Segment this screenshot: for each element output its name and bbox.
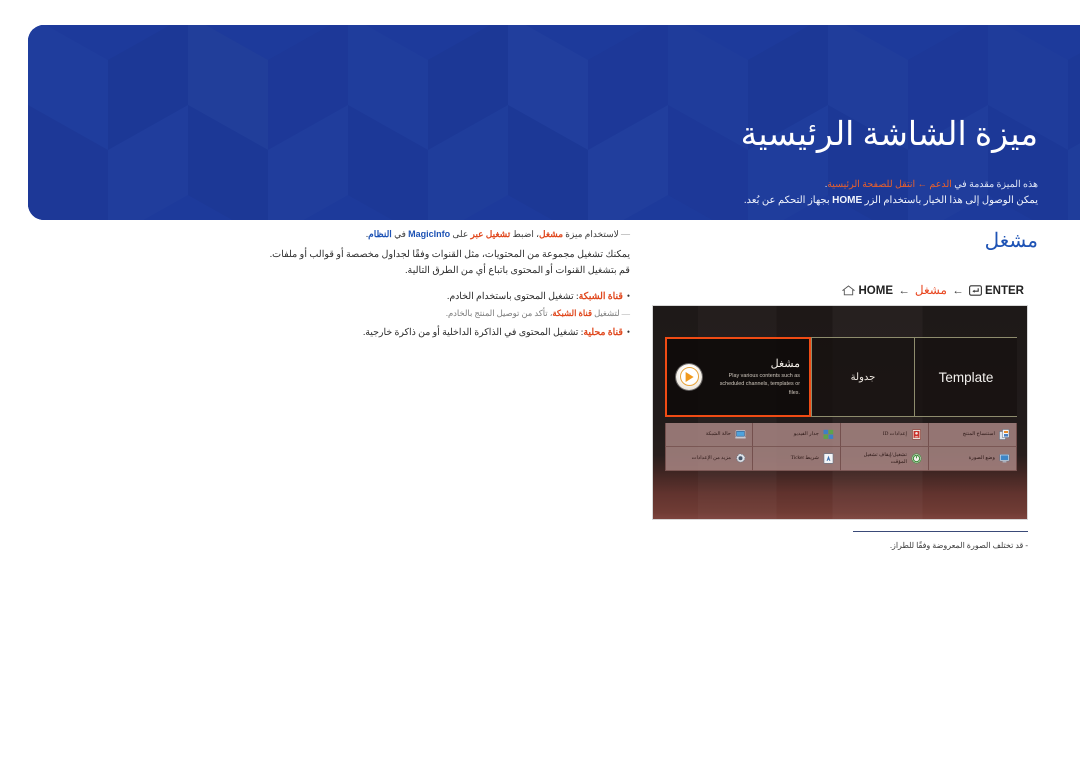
home-icon bbox=[841, 285, 856, 299]
bullet-marker: • bbox=[626, 326, 630, 337]
page-title: ميزة الشاشة الرئيسية bbox=[740, 117, 1038, 153]
subnote-part-b: ، تأكد من توصيل المنتج بالخادم. bbox=[445, 309, 553, 319]
home-menu-on-off-timer-label: تشغيل/إيقاف تشغيل المؤقت bbox=[863, 452, 907, 465]
banner-link-support[interactable]: الدعم bbox=[929, 180, 952, 190]
home-main-tiles: مشغل Play various contents such as sched… bbox=[665, 337, 1017, 417]
section-column: مشغل HOME ← مشغل ← ENTER bbox=[652, 228, 1040, 315]
subnote-part-a: لتشغيل bbox=[591, 309, 620, 319]
note-dash: — bbox=[621, 229, 630, 239]
body-paragraph-2: قم بتشغيل القنوات أو المحتوى باتباع أي م… bbox=[405, 264, 630, 276]
nav-arrow-1: ← bbox=[898, 285, 910, 297]
network-channel-subnote: — لتشغيل قناة الشبكة، تأكد من توصيل المن… bbox=[30, 308, 630, 320]
banner-sub1-prefix: هذه الميزة مقدمة في bbox=[951, 180, 1038, 190]
list-item: •قناة محلية: تشغيل المحتوى في الذاكرة ال… bbox=[30, 325, 630, 341]
play-circle-icon bbox=[676, 363, 702, 390]
home-menu-video-wall-label: جدار الفيديو bbox=[793, 431, 819, 438]
network-status-icon bbox=[735, 429, 746, 440]
home-menu-picture-mode[interactable]: وضع الصورة bbox=[929, 447, 1017, 471]
menu-navigation-path: HOME ← مشغل ← ENTER bbox=[652, 283, 1040, 299]
note-part-c: ، اضبط bbox=[510, 229, 540, 239]
bullet-text: تشغيل المحتوى في الذاكرة الداخلية أو من … bbox=[362, 327, 579, 338]
home-tile-player-label: مشغل bbox=[770, 358, 800, 371]
home-tile-player[interactable]: مشغل Play various contents such as sched… bbox=[665, 337, 811, 417]
banner-sub2-after: بجهاز التحكم عن بُعد. bbox=[744, 195, 833, 206]
note-term-system: النظام bbox=[368, 229, 392, 239]
subnote-term: قناة الشبكة bbox=[552, 309, 592, 319]
figure-footnote: - قد تختلف الصورة المعروضة وفقًا للطراز. bbox=[853, 531, 1028, 550]
home-menu-clone-product-label: استنساخ المنتج bbox=[962, 431, 995, 438]
banner-subtitle-support: هذه الميزة مقدمة في الدعم ← انتقل للصفحة… bbox=[825, 179, 1038, 190]
banner-subtitle-home-key: يمكن الوصول إلى هذا الخيار باستخدام الزر… bbox=[744, 195, 1038, 206]
home-menu-network-status-label: حالة الشبكة bbox=[705, 431, 731, 438]
home-tile-schedule-label: جدولة bbox=[850, 371, 876, 383]
video-wall-icon bbox=[823, 429, 834, 440]
nav-arrow-2: ← bbox=[952, 285, 964, 297]
on-off-timer-icon bbox=[911, 453, 922, 464]
banner-link-home-page[interactable]: انتقل للصفحة الرئيسية bbox=[827, 180, 915, 190]
nav-home-label[interactable]: HOME bbox=[858, 285, 893, 297]
home-menu-id-settings[interactable]: إعدادات ID bbox=[841, 423, 929, 447]
home-menu-ticker[interactable]: شريط Ticker bbox=[753, 447, 841, 471]
home-menu-network-status[interactable]: حالة الشبكة bbox=[665, 423, 753, 447]
body-paragraph-1: يمكنك تشغيل مجموعة من المحتويات، مثل الق… bbox=[269, 249, 630, 261]
body-text-column: — لاستخدام ميزة مشغل، اضبط تشغيل عبر على… bbox=[30, 228, 630, 344]
footnote-divider bbox=[853, 531, 1028, 532]
home-menu-more-settings[interactable]: مزيد من الإعدادات bbox=[665, 447, 753, 471]
home-tile-template[interactable]: Template bbox=[914, 337, 1017, 417]
home-menu-on-off-timer[interactable]: تشغيل/إيقاف تشغيل المؤقت bbox=[841, 447, 929, 471]
note-part-g: في bbox=[391, 229, 409, 239]
note-term-magicinfo: MagicInfo bbox=[408, 229, 451, 239]
bullet-text: تشغيل المحتوى باستخدام الخادم. bbox=[446, 292, 574, 303]
bullet-term-network-channel: قناة الشبكة bbox=[578, 292, 623, 303]
nav-player-label[interactable]: مشغل bbox=[915, 283, 947, 297]
banner-sub1-arrow: ← bbox=[915, 180, 930, 190]
magicinfo-note: — لاستخدام ميزة مشغل، اضبط تشغيل عبر على… bbox=[30, 228, 630, 241]
home-secondary-menu: استنساخ المنتج إعدادات ID جدار الفيديو ح… bbox=[665, 423, 1017, 471]
home-tile-template-label: Template bbox=[938, 369, 994, 385]
bullet-marker: • bbox=[626, 291, 630, 302]
home-menu-video-wall[interactable]: جدار الفيديو bbox=[753, 423, 841, 447]
ticker-icon bbox=[823, 453, 834, 464]
picture-mode-icon bbox=[999, 453, 1010, 464]
home-menu-clone-product[interactable]: استنساخ المنتج bbox=[929, 423, 1017, 447]
bullet-term-local-channel: قناة محلية bbox=[583, 327, 623, 338]
id-settings-icon bbox=[911, 429, 922, 440]
banner-home-key-label: HOME bbox=[832, 195, 863, 206]
section-title-player: مشغل bbox=[984, 230, 1038, 252]
channel-type-list-2: •قناة محلية: تشغيل المحتوى في الذاكرة ال… bbox=[30, 325, 630, 341]
list-item: •قناة الشبكة: تشغيل المحتوى باستخدام الخ… bbox=[30, 289, 630, 305]
home-menu-more-settings-label: مزيد من الإعدادات bbox=[691, 455, 731, 462]
subnote-dash: — bbox=[621, 309, 630, 319]
home-screen-preview: مشغل Play various contents such as sched… bbox=[652, 305, 1028, 520]
home-menu-ticker-label: شريط Ticker bbox=[790, 455, 819, 462]
page-header-banner: ميزة الشاشة الرئيسية هذه الميزة مقدمة في… bbox=[28, 25, 1080, 220]
nav-enter-label[interactable]: ENTER bbox=[985, 285, 1024, 297]
note-term-play-via: تشغيل عبر bbox=[470, 229, 511, 239]
banner-sub2-before: يمكن الوصول إلى هذا الخيار باستخدام الزر bbox=[862, 195, 1038, 206]
home-tile-schedule[interactable]: جدولة bbox=[811, 337, 914, 417]
home-tile-player-description: Play various contents such as scheduled … bbox=[719, 373, 800, 396]
channel-type-list: •قناة الشبكة: تشغيل المحتوى باستخدام الخ… bbox=[30, 289, 630, 305]
clone-product-icon bbox=[999, 429, 1010, 440]
note-part-e: على bbox=[450, 229, 471, 239]
enter-key-icon bbox=[968, 285, 982, 299]
home-menu-id-settings-label: إعدادات ID bbox=[882, 431, 907, 438]
footnote-text: - قد تختلف الصورة المعروضة وفقًا للطراز. bbox=[889, 541, 1028, 550]
home-menu-picture-mode-label: وضع الصورة bbox=[968, 455, 995, 462]
note-part-a: لاستخدام ميزة bbox=[563, 229, 619, 239]
note-term-player: مشغل bbox=[539, 229, 564, 239]
more-settings-icon bbox=[735, 453, 746, 464]
